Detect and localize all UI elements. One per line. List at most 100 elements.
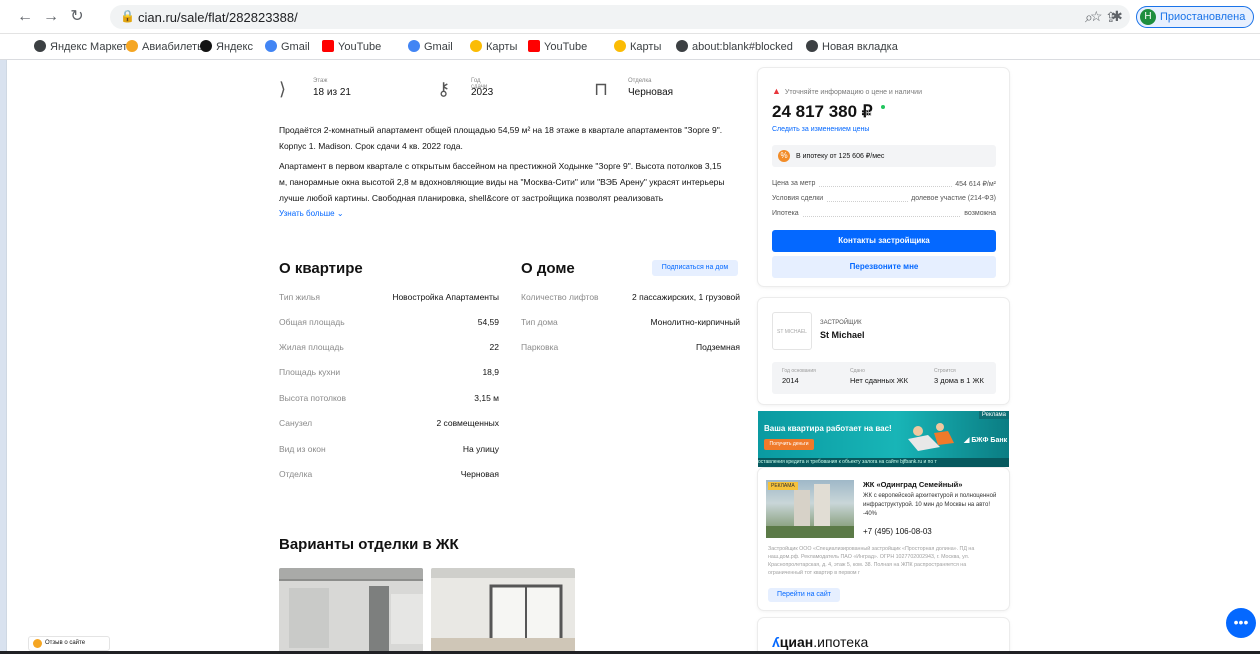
- complex-legal-text: Застройщик ООО «Специализированный застр…: [768, 546, 975, 576]
- map-pin-icon: [614, 40, 626, 52]
- address-bar[interactable]: 🔒 cian.ru/sale/flat/282823388/ ⌕ ⇪: [110, 5, 1130, 29]
- complex-ad-card[interactable]: РЕКЛАМА ЖК «Одинград Семейный» ЖК с евро…: [758, 468, 1009, 610]
- bookmark-item[interactable]: Gmail: [265, 40, 310, 53]
- forward-arrow-icon[interactable]: →: [40, 6, 62, 28]
- mortgage-offer[interactable]: % В ипотеку от 125 606 ₽/мес: [772, 145, 996, 167]
- bank-brand: ◢ БЖФ Банк: [964, 437, 1008, 444]
- lock-icon: 🔒: [120, 9, 135, 23]
- developer-stat: Сдано Нет сданных ЖК: [850, 368, 908, 385]
- finishing-photo-image: [279, 568, 423, 654]
- globe-icon: [806, 40, 818, 52]
- apartment-row: Общая площадь 54,59: [279, 317, 499, 327]
- cian-mortgage-logo: ʎциан.ипотека: [772, 634, 869, 650]
- bookmark-item[interactable]: about:blank#blocked: [676, 40, 793, 53]
- house-row: Парковка Подземная: [521, 342, 740, 352]
- bookmark-item[interactable]: Gmail: [408, 40, 453, 53]
- price-detail-row: Цена за метр 454 614 ₽/м²: [772, 180, 996, 188]
- complex-photo[interactable]: РЕКЛАМА: [766, 480, 854, 538]
- apartment-row: Тип жилья Новостройка Апартаменты: [279, 292, 499, 302]
- bookmarks-bar: Яндекс Маркет Авиабилеты Яндекс Gmail Yo…: [0, 34, 1260, 60]
- google-icon: [265, 40, 277, 52]
- bookmark-item[interactable]: Карты: [614, 40, 661, 53]
- developer-name[interactable]: St Michael: [820, 330, 865, 340]
- globe-icon: [34, 40, 46, 52]
- description-paragraph-2: Апартамент в первом квартале с открытым …: [279, 161, 725, 203]
- apartment-row: Отделка Черновая: [279, 469, 499, 479]
- bookmark-item[interactable]: Карты: [470, 40, 517, 53]
- extensions-icon[interactable]: ✱: [1111, 8, 1123, 25]
- apartment-row: Вид из окон На улицу: [279, 444, 499, 454]
- google-icon: [408, 40, 420, 52]
- globe-icon: [676, 40, 688, 52]
- developer-card[interactable]: ST MICHAEL ЗАСТРОЙЩИК St Michael Год осн…: [758, 298, 1009, 404]
- chevron-down-icon: ⌄: [336, 209, 344, 218]
- cian-mortgage-card[interactable]: ʎциан.ипотека: [758, 618, 1009, 654]
- chat-icon[interactable]: •••: [1226, 608, 1256, 638]
- go-to-site-button[interactable]: Перейти на сайт: [768, 588, 840, 602]
- developer-stat: Строится 3 дома в 1 ЖК: [934, 368, 984, 385]
- callback-button[interactable]: Перезвоните мне: [772, 256, 996, 278]
- developer-contacts-button[interactable]: Контакты застройщика: [772, 230, 996, 252]
- finishing-photo[interactable]: [431, 568, 575, 654]
- ad-headline: Ваша квартира работает на вас!: [764, 424, 892, 433]
- warning-icon: ▲: [772, 86, 781, 96]
- apartment-section-title: О квартире: [279, 260, 363, 277]
- bookmark-star-icon[interactable]: ☆: [1090, 8, 1103, 25]
- apartment-row: Санузел 2 совмещенных: [279, 418, 499, 428]
- finishing-photo[interactable]: [279, 568, 423, 654]
- youtube-icon: [528, 40, 540, 52]
- bookmark-item[interactable]: Яндекс Маркет: [34, 40, 127, 53]
- bookmark-item[interactable]: Новая вкладка: [806, 40, 898, 53]
- cian-logo-icon: ʎ: [772, 634, 780, 650]
- ad-tag: РЕКЛАМА: [768, 482, 798, 490]
- reload-icon[interactable]: ↻: [66, 6, 88, 28]
- back-arrow-icon[interactable]: ←: [14, 6, 36, 28]
- profile-button[interactable]: Н Приостановлена: [1136, 6, 1254, 28]
- ad-tag: Реклама: [978, 411, 1009, 419]
- developer-label: ЗАСТРОЙЩИК: [820, 320, 862, 326]
- price-warning: ▲ Уточняйте информацию о цене и наличии: [772, 86, 922, 96]
- apartment-row: Высота потолков 3,15 м: [279, 393, 499, 403]
- map-pin-icon: [470, 40, 482, 52]
- price-detail-row: Ипотека возможна: [772, 210, 996, 217]
- avatar: Н: [1140, 9, 1156, 25]
- bookmark-item[interactable]: Яндекс: [200, 40, 253, 53]
- url-text: cian.ru/sale/flat/282823388/: [138, 10, 298, 25]
- youtube-icon: [322, 40, 334, 52]
- bookmark-item[interactable]: YouTube: [528, 40, 587, 53]
- bookmark-item[interactable]: Авиабилеты: [126, 40, 205, 53]
- complex-phone[interactable]: +7 (495) 106-08-03: [863, 527, 932, 536]
- yandex-icon: [200, 40, 212, 52]
- subscribe-house-button[interactable]: Подписаться на дом: [652, 260, 738, 276]
- developer-logo: ST MICHAEL: [772, 312, 812, 350]
- apartment-row: Площадь кухни 18,9: [279, 367, 499, 377]
- paint-roller-icon: ⊓: [594, 79, 609, 99]
- bookmark-item[interactable]: YouTube: [322, 40, 381, 53]
- house-row: Тип дома Монолитно-кирпичный: [521, 317, 740, 327]
- airplane-icon: [126, 40, 138, 52]
- bank-ad-banner[interactable]: Реклама Ваша квартира работает на вас! П…: [758, 411, 1009, 467]
- left-divider: [6, 60, 7, 654]
- read-more-link[interactable]: Узнать больше ⌄: [279, 209, 344, 218]
- developer-stat: Год основания 2014: [782, 368, 816, 385]
- profile-status-label: Приостановлена: [1160, 11, 1246, 23]
- price-history-icon[interactable]: ılı: [865, 108, 872, 118]
- site-feedback-button[interactable]: Отзыв о сайте: [28, 636, 110, 651]
- smile-icon: [33, 639, 42, 648]
- percent-icon: %: [778, 150, 790, 162]
- finishing-photo-image: [431, 568, 575, 654]
- apartment-row: Жилая площадь 22: [279, 342, 499, 352]
- ad-illustration: [908, 423, 954, 451]
- developer-stats: Год основания 2014 Сдано Нет сданных ЖК Ст…: [772, 362, 996, 394]
- key-icon: ⚷: [437, 79, 451, 99]
- ad-footer: оставления кредита и требования к объект…: [758, 458, 1009, 467]
- price-value: 24 817 380 ₽: [772, 102, 873, 121]
- price-detail-row: Условия сделки долевое участие (214-ФЗ): [772, 195, 996, 202]
- track-price-link[interactable]: Следить за изменением цены: [772, 126, 869, 133]
- finishing-section-title: Варианты отделки в ЖК: [279, 536, 459, 553]
- browser-toolbar: ← → ↻ 🔒 cian.ru/sale/flat/282823388/ ⌕ ⇪…: [0, 0, 1260, 34]
- house-row: Количество лифтов 2 пассажирских, 1 грузо…: [521, 292, 740, 302]
- ad-cta-button[interactable]: Получить деньги: [764, 439, 814, 450]
- status-dot: [881, 105, 885, 109]
- price-card: ▲ Уточняйте информацию о цене и наличии 2…: [758, 68, 1009, 286]
